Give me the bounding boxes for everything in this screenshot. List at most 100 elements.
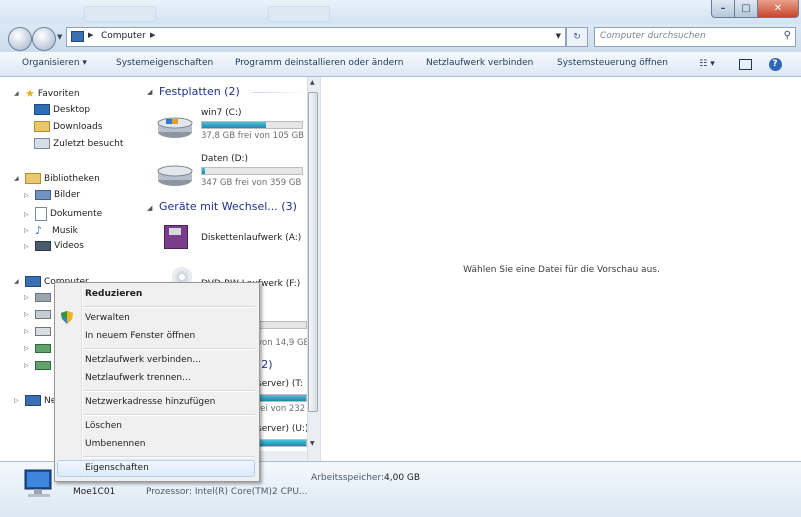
scrollbar-thumb[interactable] [308,92,318,412]
menu-item-collapse[interactable]: Reduzieren [85,289,142,299]
nav-pictures[interactable]: ▷ Bilder [24,190,80,200]
scroll-up-icon[interactable]: ▲ [310,79,315,86]
nav-label: Desktop [53,104,91,115]
nav-label: Downloads [53,121,103,132]
scroll-down-icon[interactable]: ▼ [310,440,315,447]
map-network-drive-button[interactable]: Netzlaufwerk verbinden [426,58,533,68]
collapsed-icon[interactable]: ▷ [24,311,32,318]
collapsed-icon[interactable]: ▷ [24,192,32,199]
title-bar: – □ ✕ [0,0,801,24]
refresh-icon: ↻ [573,32,581,42]
maximize-button[interactable]: □ [734,0,758,18]
nav-label: Dokumente [50,209,103,219]
drive-free-space: von 14,9 GB [257,338,310,348]
nav-label: Zuletzt besucht [53,138,124,149]
expanded-icon[interactable]: ◢ [14,278,22,285]
nav-network[interactable]: ▷ Ne [14,395,56,406]
menu-separator [83,414,255,416]
nav-desktop[interactable]: Desktop [34,104,90,115]
drive-usage-bar [201,121,303,129]
collapsed-icon[interactable]: ▷ [14,397,22,404]
dropdown-icon[interactable]: ▼ [556,32,561,40]
nav-downloads[interactable]: Downloads [34,121,102,132]
shield-icon [61,311,73,324]
nav-label: Musik [52,225,78,236]
menu-item-add-network-location[interactable]: Netzwerkadresse hinzufügen [85,397,215,407]
drive-name: Diskettenlaufwerk (A:) [201,233,302,243]
menu-separator [83,348,255,350]
nav-network-drive-item[interactable]: ▷ [24,361,51,370]
nav-drive-item[interactable]: ▷ [24,327,51,336]
collapsed-icon[interactable]: ▷ [24,362,32,369]
forward-button[interactable] [32,27,56,51]
nav-label: Videos [54,241,84,251]
nav-libraries[interactable]: ◢ Bibliotheken [14,173,100,184]
minimize-button[interactable]: – [711,0,735,18]
nav-drive-item[interactable]: ▷ [24,293,51,302]
system-properties-button[interactable]: Systemeigenschaften [116,58,213,68]
nav-network-drive-item[interactable]: ▷ [24,344,51,353]
drive-name: server) (T: [257,379,303,389]
group-header-hdd[interactable]: Festplatten (2) [159,85,240,98]
breadcrumb-separator-icon: ▶ [88,31,94,39]
group-header-removable[interactable]: Geräte mit Wechsel... (3) [159,200,297,213]
memory-value: 4,00 GB [384,473,421,483]
drive-item-a[interactable]: Diskettenlaufwerk (A:) [150,221,310,255]
drive-usage-bar [257,321,307,329]
menu-item-manage[interactable]: Verwalten [85,313,130,323]
collapsed-icon[interactable]: ▷ [24,328,32,335]
breadcrumb-arrow-icon[interactable]: ▶ [150,31,155,39]
preview-pane-icon[interactable] [738,57,752,71]
nav-music[interactable]: ▷ ♪ Musik [24,224,78,237]
command-bar: Organisieren ▾ Systemeigenschaften Progr… [0,52,801,77]
expanded-icon[interactable]: ◢ [14,90,22,97]
collapsed-icon[interactable]: ▷ [24,345,32,352]
floppy-icon [164,225,188,249]
group-collapse-icon[interactable]: ◢ [147,88,152,96]
group-collapse-icon[interactable]: ◢ [147,204,152,212]
collapsed-icon[interactable]: ▷ [24,294,32,301]
menu-item-properties[interactable]: Eigenschaften [85,463,149,473]
menu-item-disconnect-network-drive[interactable]: Netzlaufwerk trennen... [85,373,191,383]
breadcrumb-computer[interactable]: Computer [101,31,146,41]
drive-item-c[interactable]: win7 (C:) 37,8 GB frei von 105 GB [150,107,310,149]
nav-videos[interactable]: ▷ Videos [24,241,84,251]
drive-icon [35,327,51,336]
collapsed-icon[interactable]: ▷ [24,227,32,234]
close-button[interactable]: ✕ [757,0,799,18]
library-icon [25,173,41,184]
expanded-icon[interactable]: ◢ [14,175,22,182]
nav-favorites[interactable]: ◢ ★ Favoriten [14,87,80,100]
nav-recent[interactable]: Zuletzt besucht [34,138,123,149]
organize-button[interactable]: Organisieren ▾ [22,58,87,68]
collapsed-icon[interactable]: ▷ [24,243,32,250]
uninstall-program-button[interactable]: Programm deinstallieren oder ändern [235,58,403,68]
menu-item-map-network-drive[interactable]: Netzlaufwerk verbinden... [85,355,201,365]
pictures-icon [35,190,51,200]
recent-pages-icon[interactable]: ▼ [57,33,62,41]
collapsed-icon[interactable]: ▷ [24,211,32,218]
nav-drive-item[interactable]: ▷ [24,310,51,319]
nav-label: Bibliotheken [44,173,100,184]
drive-item-d[interactable]: Daten (D:) 347 GB frei von 359 GB [150,153,310,195]
drive-icon [35,310,51,319]
ghost-tab [268,6,330,22]
drive-free-space: 37,8 GB frei von 105 GB [201,131,305,141]
refresh-button[interactable]: ↻ [566,27,588,47]
menu-item-open-new-window[interactable]: In neuem Fenster öffnen [85,331,195,341]
nav-documents[interactable]: ▷ Dokumente [24,207,102,221]
help-icon[interactable]: ? [768,57,782,71]
search-icon[interactable]: ⚲ [784,30,791,41]
search-input[interactable]: Computer durchsuchen ⚲ [594,27,796,47]
back-button[interactable] [8,27,32,51]
address-bar[interactable]: ▶ Computer ▶ ▼ [66,27,566,47]
view-options-icon[interactable]: ☷ ▾ [694,57,720,71]
menu-separator [83,456,255,458]
computer-icon [25,276,41,287]
desktop-icon [34,104,50,115]
search-placeholder: Computer durchsuchen [600,31,706,41]
menu-item-delete[interactable]: Löschen [85,421,122,431]
downloads-folder-icon [34,121,50,132]
open-control-panel-button[interactable]: Systemsteuerung öffnen [557,58,668,68]
menu-item-rename[interactable]: Umbenennen [85,439,146,449]
